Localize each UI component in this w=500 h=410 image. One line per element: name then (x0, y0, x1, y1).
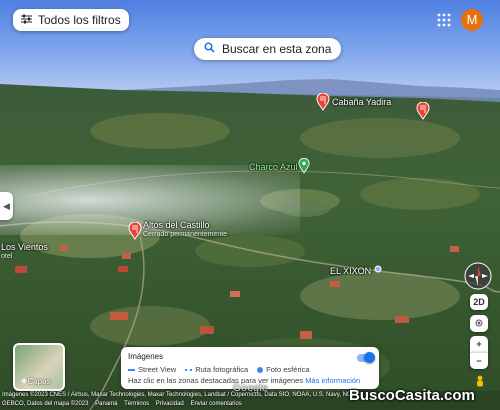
street-view-line-icon (128, 369, 135, 372)
country-label: Panamá (95, 401, 118, 407)
account-avatar[interactable]: M (461, 9, 483, 31)
attribution-links: GEBCO, Datos del mapa ©2023 Panamá Térmi… (2, 401, 242, 407)
more-info-link[interactable]: Más información (305, 376, 360, 385)
place-label-charco-azul[interactable]: Charco Azul (249, 162, 298, 172)
street-view-legend: Street View (128, 365, 176, 374)
restaurant-pin-icon[interactable] (416, 102, 430, 120)
all-filters-label: Todos los filtros (38, 13, 121, 27)
terms-link[interactable]: Términos (124, 401, 149, 407)
imagery-credits: Imágenes ©2023 CNES / Airbus, Maxar Tech… (2, 392, 358, 398)
google-apps-icon[interactable] (437, 13, 451, 27)
map-data-credit: GEBCO, Datos del mapa ©2023 (2, 401, 89, 407)
place-label-altos-del-castillo[interactable]: Altos del Castillo (143, 220, 210, 230)
restaurant-pin-icon[interactable] (128, 222, 142, 240)
photo-route-legend: Ruta fotográfica (185, 365, 248, 374)
site-watermark: BuscoCasita.com (349, 387, 475, 404)
collapse-side-panel-button[interactable]: ◀ (0, 192, 13, 220)
place-status-closed: Cerrado permanentemente (143, 231, 228, 238)
photo-route-dotted-icon (185, 369, 193, 372)
search-this-area-button[interactable]: Buscar en esta zona (194, 38, 342, 60)
layers-label: Capas (27, 377, 51, 386)
search-icon (204, 42, 215, 56)
my-location-icon (474, 318, 484, 330)
my-location-button[interactable] (470, 315, 488, 332)
park-pin-icon[interactable] (298, 158, 310, 174)
place-label-cabana-yadira[interactable]: Cabaña Yadira (332, 97, 391, 107)
dot-marker-icon[interactable] (374, 265, 382, 273)
all-filters-button[interactable]: Todos los filtros (13, 9, 129, 31)
place-sub-label: otel (1, 253, 13, 260)
privacy-link[interactable]: Privacidad (156, 401, 184, 407)
imagery-toggle[interactable] (357, 352, 375, 363)
place-label-el-xixon[interactable]: EL XIXON (330, 266, 371, 276)
compass-icon[interactable] (464, 262, 492, 290)
tilt-2d-button[interactable]: 2D (470, 294, 488, 310)
zoom-in-button[interactable]: + (470, 336, 488, 352)
spherical-photo-legend: Foto esférica (257, 365, 310, 374)
chevron-left-icon: ◀ (3, 200, 10, 211)
imagery-title: Imágenes (128, 352, 164, 361)
zoom-out-button[interactable]: − (470, 352, 488, 369)
spherical-photo-dot-icon (257, 367, 264, 374)
layers-button[interactable]: ◈ Capas (13, 343, 65, 391)
search-this-area-label: Buscar en esta zona (222, 42, 332, 56)
filter-sliders-icon (21, 13, 32, 27)
send-feedback-link[interactable]: Enviar comentarios (190, 401, 241, 407)
restaurant-pin-icon[interactable] (316, 93, 330, 111)
place-label-los-vientos[interactable]: Los Vientos (1, 242, 48, 252)
imagery-hint: Haz clic en las zonas destacadas para ve… (128, 376, 304, 385)
